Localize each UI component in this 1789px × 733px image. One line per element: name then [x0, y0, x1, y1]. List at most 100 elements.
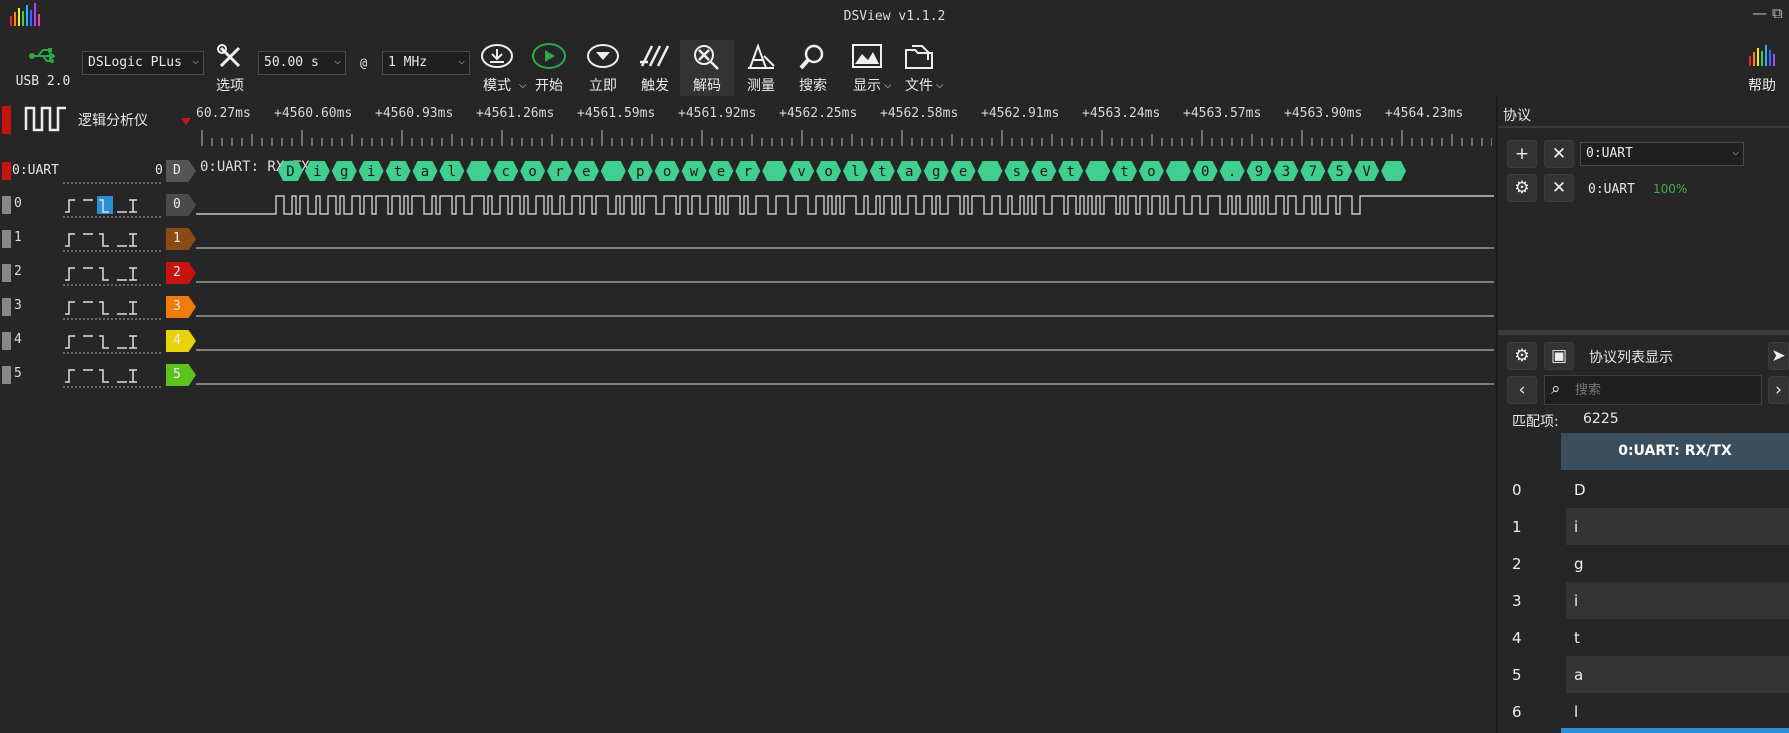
table-row[interactable]: 0D [1508, 471, 1789, 508]
channel-tag[interactable]: 3 [166, 296, 196, 318]
remove-protocol-button[interactable]: ✕ [1544, 140, 1574, 168]
search-prev-button[interactable]: ‹ [1507, 376, 1537, 404]
decoder-marker [2, 162, 11, 180]
delete-decoder-button[interactable]: ✕ [1544, 174, 1574, 202]
channel-0-trace [196, 195, 1494, 215]
display-icon [852, 44, 882, 68]
match-label: 匹配项: [1512, 414, 1559, 430]
decoder-progress: 100% [1653, 182, 1688, 196]
measure-button[interactable]: 测量 [734, 40, 788, 96]
decode-char: s [1013, 164, 1021, 180]
table-row[interactable]: 6l [1508, 693, 1789, 730]
trigger-glyphs [65, 267, 137, 281]
decoder-settings-button[interactable]: ⚙ [1507, 174, 1537, 202]
channel-marker [2, 366, 11, 384]
instant-button[interactable]: 立即 [576, 40, 630, 96]
trigger-selector[interactable] [63, 364, 163, 388]
search-button[interactable]: 搜索 [786, 40, 840, 96]
decode-button[interactable]: 解码 [680, 40, 734, 96]
trigger-selector[interactable] [63, 262, 163, 286]
samplerate-select[interactable]: 1 MHz ⌵ [382, 51, 470, 75]
channel-marker [2, 332, 11, 350]
decode-char: e [1040, 164, 1048, 180]
search-next-button[interactable]: › [1768, 376, 1789, 404]
decode-char: l [448, 164, 456, 180]
trigger-selector[interactable] [63, 228, 163, 252]
device-select[interactable]: DSLogic PLus ⌵ [82, 51, 204, 75]
row-index: 0 [1512, 481, 1522, 499]
table-row[interactable]: 2g [1508, 545, 1789, 582]
ruler-tick-label: +4561.26ms [476, 106, 555, 121]
channel-marker [2, 196, 11, 214]
table-row[interactable]: 5a [1508, 656, 1789, 693]
table-row[interactable]: 4t [1508, 619, 1789, 656]
mode-button[interactable]: 模式 [470, 40, 524, 96]
duration-value: 50.00 s [264, 55, 319, 70]
save-list-button[interactable]: ▣ [1544, 342, 1574, 370]
decode-cell [1165, 161, 1191, 181]
duration-select[interactable]: 50.00 s ⌵ [258, 51, 346, 75]
help-button[interactable]: 帮助 [1738, 40, 1786, 96]
trigger-selector[interactable] [63, 194, 163, 218]
decode-cell [1085, 161, 1111, 181]
channel-number: 5 [14, 366, 22, 381]
help-logo-icon [1749, 45, 1775, 66]
caret-down-icon[interactable] [181, 118, 191, 125]
decode-char: o [1147, 164, 1155, 180]
channel-number: 0 [14, 196, 22, 211]
decode-char: o [824, 164, 832, 180]
panel-divider [1498, 126, 1789, 128]
waveform-traces[interactable] [196, 188, 1494, 388]
table-row[interactable]: 1i [1508, 508, 1789, 545]
chevron-down-icon: ⌵ [936, 80, 944, 91]
channel-tag[interactable]: 4 [166, 330, 196, 352]
channel-tag[interactable]: 5 [166, 364, 196, 386]
protocol-select[interactable]: 0:UART ⌵ [1580, 142, 1744, 166]
decode-char: D [286, 164, 294, 180]
decode-char: 3 [1282, 164, 1290, 180]
decoder-row[interactable]: 0:UART 0 D 0:UART: RX/TX Digitalcorepowe… [0, 154, 1494, 188]
decode-char: i [367, 164, 375, 180]
navigate-button[interactable]: ➤ [1768, 342, 1789, 370]
search-input[interactable] [1575, 380, 1755, 400]
panel-splitter[interactable] [1498, 330, 1789, 335]
help-label: 帮助 [1748, 78, 1776, 94]
trigger-button[interactable]: 触发 [628, 40, 682, 96]
start-button[interactable]: 开始 [522, 40, 576, 96]
mode-label: 逻辑分析仪 [78, 113, 148, 129]
add-protocol-button[interactable]: + [1507, 140, 1537, 168]
trigger-selector[interactable] [63, 296, 163, 320]
table-header[interactable]: 0:UART: RX/TX [1561, 433, 1789, 470]
protocol-list-title: 协议列表显示 [1589, 350, 1673, 366]
decoder-tag[interactable]: D [166, 160, 196, 182]
channel-tag[interactable]: 0 [166, 194, 196, 216]
channel-number: 4 [14, 332, 22, 347]
display-button[interactable]: 显示 ⌵ [840, 40, 894, 96]
selected-row-indicator [1561, 728, 1789, 733]
trigger-selector[interactable] [63, 330, 163, 354]
download-icon [481, 44, 513, 68]
instant-icon [587, 44, 619, 68]
row-value: a [1566, 656, 1789, 693]
decode-char: r [744, 164, 752, 180]
minimize-button[interactable]: — [1752, 4, 1767, 22]
channel-tag[interactable]: 1 [166, 228, 196, 250]
file-button[interactable]: 文件 ⌵ [892, 40, 946, 96]
channel-tag[interactable]: 2 [166, 262, 196, 284]
decode-char: g [340, 164, 348, 180]
row-index: 1 [1512, 518, 1522, 536]
row-value: i [1566, 508, 1789, 545]
decode-char: e [959, 164, 967, 180]
search-icon: ⌕ [1551, 379, 1561, 399]
ruler-tick-label: 60.27ms [196, 106, 251, 121]
options-button[interactable]: 选项 [203, 40, 257, 96]
list-search-box[interactable]: ⌕ [1544, 375, 1762, 405]
table-row[interactable]: 3i [1508, 582, 1789, 619]
time-ruler[interactable]: 60.27ms +4560.60ms +4560.93ms +4561.26ms… [196, 100, 1490, 126]
decode-char: i [313, 164, 321, 180]
restore-button[interactable]: ⧉ [1772, 4, 1783, 22]
channel-marker [2, 298, 11, 316]
list-settings-button[interactable]: ⚙ [1507, 342, 1537, 370]
decode-annotations[interactable]: Di g i t a l c o r e p o w e r v o l t a g e s e t t o 0. 9 3 7 5 V [278, 159, 1418, 183]
trigger-glyphs [65, 233, 137, 247]
